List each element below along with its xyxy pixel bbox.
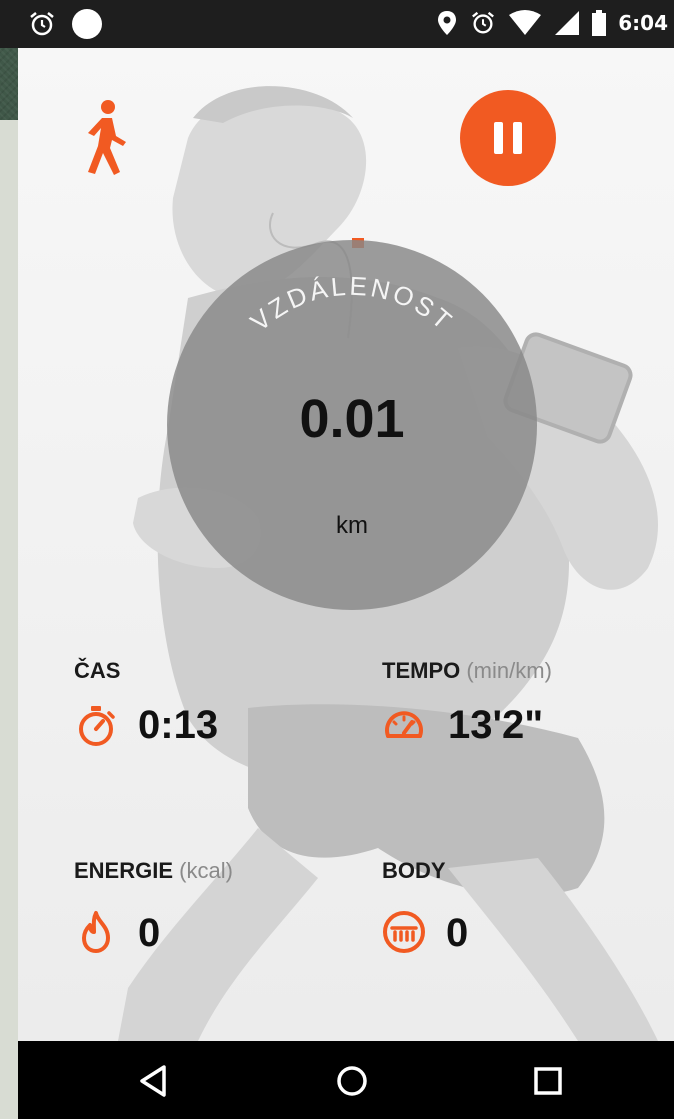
flame-icon [82, 911, 110, 953]
wifi-icon [509, 10, 542, 35]
distance-value: 0.01 [299, 389, 405, 449]
battery-icon [592, 10, 607, 36]
points-label-text: BODY [382, 858, 446, 883]
navigation-bar [18, 1041, 674, 1119]
status-bar: 6:04 [0, 0, 674, 48]
pace-label: TEMPO (min/km) [382, 658, 552, 684]
pause-icon-bar [513, 122, 522, 154]
gauge-label: VZDÁLENOST [245, 271, 457, 337]
distance-unit: km [336, 512, 368, 539]
energy-value: 0 [138, 911, 161, 955]
back-icon[interactable] [130, 1057, 178, 1105]
home-icon[interactable] [328, 1057, 376, 1105]
time-label-text: ČAS [74, 658, 121, 683]
pace-label-text: TEMPO [382, 658, 461, 683]
alarm-icon [472, 11, 495, 34]
points-value: 0 [446, 911, 469, 955]
walking-person-icon[interactable] [76, 98, 132, 178]
speedometer-icon [385, 711, 423, 738]
background-window-edge [0, 120, 18, 1119]
stopwatch-icon [79, 706, 115, 746]
pace-value: 13'2" [448, 703, 544, 747]
pace-unit: (min/km) [466, 658, 552, 683]
time-label: ČAS [74, 658, 120, 684]
energy-label: ENERGIE (kcal) [74, 858, 233, 884]
notification-dot-icon [72, 9, 102, 39]
location-pin-icon [438, 11, 457, 35]
energy-label-text: ENERGIE [74, 858, 174, 883]
pause-icon [494, 122, 503, 154]
pause-button[interactable] [460, 90, 556, 186]
workout-screen: VZDÁLENOST 0.01 km ČAS 0:13 TEMPO (min/k… [18, 48, 674, 1041]
energy-unit: (kcal) [179, 858, 233, 883]
points-badge-icon [383, 911, 425, 953]
time-value: 0:13 [138, 703, 219, 747]
svg-text:VZDÁLENOST: VZDÁLENOST [245, 271, 460, 337]
alarm-icon [30, 12, 54, 36]
points-label: BODY [382, 858, 446, 884]
recents-icon[interactable] [524, 1057, 572, 1105]
signal-icon [555, 11, 580, 35]
status-time: 6:04 [618, 11, 668, 35]
